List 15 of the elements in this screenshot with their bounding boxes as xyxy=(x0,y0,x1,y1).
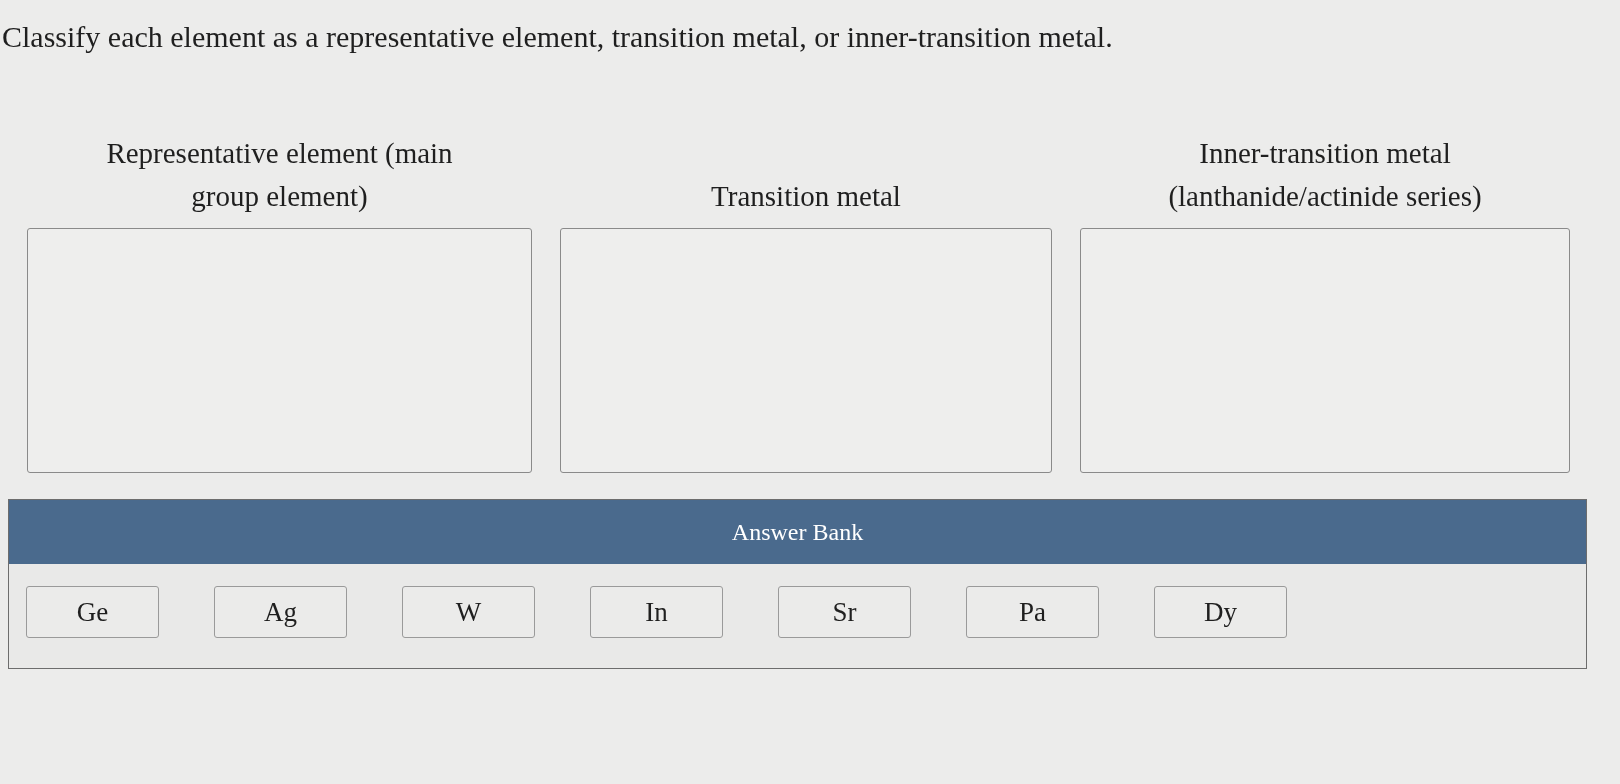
category-heading: Representative element (main group element) xyxy=(105,136,454,214)
element-tile[interactable]: Sr xyxy=(778,586,911,638)
element-tile[interactable]: Ge xyxy=(26,586,159,638)
instruction-text: Classify each element as a representative element, transition metal, or inner-transition metal. xyxy=(2,19,1113,55)
category-heading: Inner-transition metal (lanthanide/actinide series) xyxy=(1167,136,1483,214)
element-tile[interactable]: W xyxy=(402,586,535,638)
category-heading: Transition metal xyxy=(711,179,901,214)
element-tile[interactable]: Pa xyxy=(966,586,1099,638)
element-tile[interactable]: In xyxy=(590,586,723,638)
drop-area[interactable] xyxy=(560,228,1052,473)
element-tile[interactable]: Ag xyxy=(214,586,347,638)
drop-area[interactable] xyxy=(27,228,532,473)
answer-bank-title: Answer Bank xyxy=(731,518,864,546)
element-tile[interactable]: Dy xyxy=(1154,586,1287,638)
drop-area[interactable] xyxy=(1080,228,1570,473)
